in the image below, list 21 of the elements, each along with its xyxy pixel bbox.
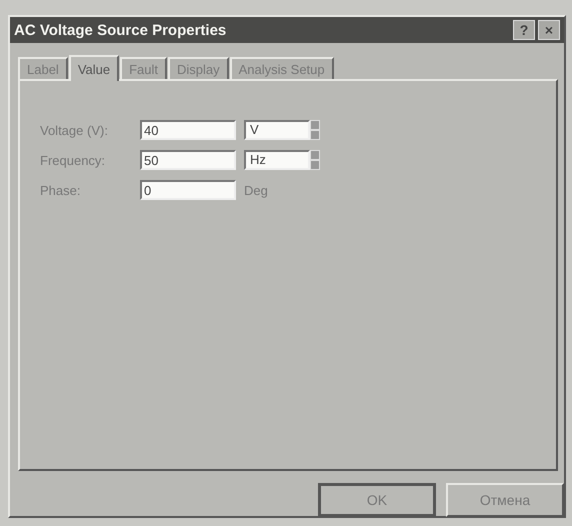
field-label: Phase: xyxy=(40,182,82,198)
spinner-icon[interactable] xyxy=(310,150,320,170)
ok-button[interactable]: OK xyxy=(318,483,436,517)
tab[interactable]: Label xyxy=(18,57,68,79)
input-field[interactable]: 50 xyxy=(140,150,236,170)
tab[interactable]: Analysis Setup xyxy=(230,57,334,79)
close-button[interactable]: × xyxy=(538,20,560,40)
tab[interactable]: Display xyxy=(168,57,229,79)
cancel-button[interactable]: Отмена xyxy=(446,483,564,517)
tab[interactable]: Fault xyxy=(120,57,168,79)
tab[interactable]: Value xyxy=(68,55,120,81)
field-label: Frequency: xyxy=(40,152,106,168)
help-button[interactable]: ? xyxy=(513,20,535,40)
window-title: AC Voltage Source Properties xyxy=(14,22,228,38)
spinner-icon[interactable] xyxy=(310,120,320,140)
input-field[interactable]: 40 xyxy=(140,120,236,140)
input-field[interactable]: 0 xyxy=(140,180,236,200)
unit-label: Deg xyxy=(244,182,268,198)
field-label: Voltage (V): xyxy=(40,122,109,138)
unit-field[interactable]: V xyxy=(244,120,310,140)
unit-field[interactable]: Hz xyxy=(244,150,310,170)
